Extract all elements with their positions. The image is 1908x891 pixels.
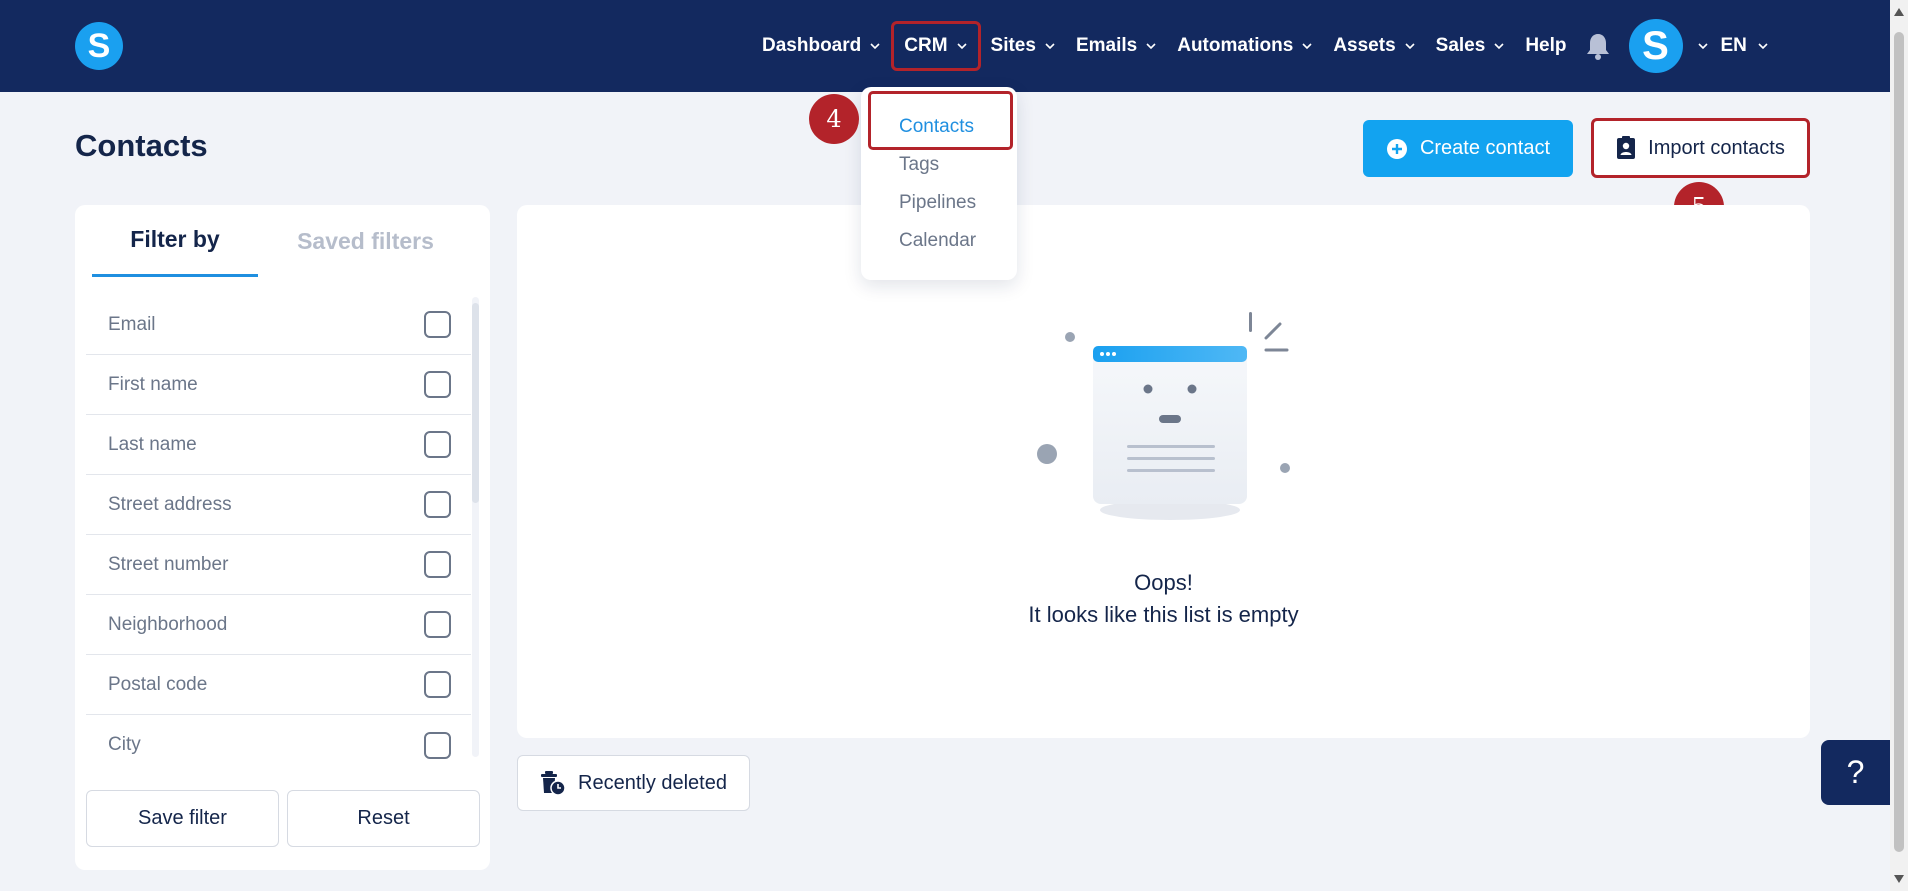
save-filter-button[interactable]: Save filter xyxy=(86,790,279,847)
filter-checkbox[interactable] xyxy=(424,311,451,338)
filter-panel: Filter by Saved filters Email First name… xyxy=(75,205,490,870)
filter-checkbox[interactable] xyxy=(424,551,451,578)
nav-sites[interactable]: Sites xyxy=(981,21,1066,71)
language-selector[interactable]: EN xyxy=(1721,35,1769,57)
main-nav: Dashboard CRM Sites Emails Automations A… xyxy=(752,0,1769,92)
nav-sales[interactable]: Sales xyxy=(1426,21,1516,71)
filter-row[interactable]: Street address xyxy=(86,475,471,535)
nav-sites-label: Sites xyxy=(990,35,1036,56)
create-contact-button[interactable]: Create contact xyxy=(1363,120,1573,177)
scroll-thumb[interactable] xyxy=(1894,32,1904,852)
chevron-down-icon xyxy=(1302,43,1312,50)
menu-item-calendar[interactable]: Calendar xyxy=(899,230,976,252)
nav-dashboard[interactable]: Dashboard xyxy=(752,21,891,71)
filter-label: City xyxy=(108,734,141,755)
nav-assets-label: Assets xyxy=(1333,35,1396,56)
filter-checkbox[interactable] xyxy=(424,611,451,638)
nav-sales-label: Sales xyxy=(1435,35,1486,56)
filter-checkbox[interactable] xyxy=(424,491,451,518)
step-badge-4: 4 xyxy=(809,94,859,144)
empty-list-illustration xyxy=(1037,312,1290,520)
recently-deleted-label: Recently deleted xyxy=(578,771,727,794)
nav-crm[interactable]: CRM xyxy=(891,21,981,71)
chevron-down-icon xyxy=(1494,43,1504,50)
chevron-down-icon xyxy=(1405,43,1415,50)
chevron-down-icon xyxy=(1146,43,1156,50)
filter-label: Street number xyxy=(108,553,229,575)
menu-item-pipelines[interactable]: Pipelines xyxy=(899,192,976,214)
plus-circle-icon xyxy=(1386,138,1407,159)
filter-label: Street address xyxy=(108,493,232,515)
user-avatar[interactable]: S xyxy=(1628,19,1683,73)
trash-clock-icon xyxy=(541,771,566,796)
reset-button[interactable]: Reset xyxy=(287,790,480,847)
contact-card-icon xyxy=(1617,136,1636,159)
page-scrollbar[interactable] xyxy=(1890,0,1908,891)
filter-row[interactable]: Postal code xyxy=(86,655,471,715)
filter-label: First name xyxy=(108,373,198,395)
import-contacts-label: Import contacts xyxy=(1648,136,1785,159)
filter-label: Neighborhood xyxy=(108,613,228,635)
empty-state-title: Oops! xyxy=(1134,570,1193,595)
filter-row[interactable]: Email xyxy=(86,295,471,355)
bell-icon[interactable] xyxy=(1585,32,1611,60)
chevron-down-icon xyxy=(956,43,967,50)
app-logo[interactable]: S xyxy=(75,22,123,70)
filter-row[interactable]: Street number xyxy=(86,535,471,595)
top-navbar: S Dashboard CRM Sites Emails Automations… xyxy=(0,0,1890,92)
filter-field-list: Email First name Last name Street addres… xyxy=(86,295,471,775)
nav-crm-label: CRM xyxy=(904,35,948,56)
empty-state-message: It looks like this list is empty xyxy=(1028,602,1299,627)
filter-list-scrollbar[interactable] xyxy=(472,297,479,757)
filter-checkbox[interactable] xyxy=(424,371,451,398)
nav-dashboard-label: Dashboard xyxy=(762,35,862,56)
chevron-down-icon xyxy=(1045,43,1055,50)
crm-dropdown-menu: Contacts Tags Pipelines Calendar xyxy=(861,87,1017,280)
nav-assets[interactable]: Assets xyxy=(1323,21,1425,71)
help-button[interactable]: ? xyxy=(1821,740,1890,805)
chevron-down-icon xyxy=(870,43,880,50)
page-title: Contacts xyxy=(75,128,208,163)
menu-item-tags[interactable]: Tags xyxy=(899,154,939,176)
filter-label: Email xyxy=(108,313,156,335)
scroll-up-arrow[interactable] xyxy=(1894,8,1904,16)
nav-help[interactable]: Help xyxy=(1515,21,1576,71)
chevron-down-icon[interactable] xyxy=(1697,40,1709,52)
nav-automations-label: Automations xyxy=(1177,35,1294,56)
language-label: EN xyxy=(1720,35,1747,56)
filter-row[interactable]: First name xyxy=(86,355,471,415)
nav-help-label: Help xyxy=(1525,35,1567,56)
filter-label: Last name xyxy=(108,433,197,455)
filter-checkbox[interactable] xyxy=(424,431,451,458)
filter-checkbox[interactable] xyxy=(424,671,451,698)
import-contacts-button[interactable]: Import contacts xyxy=(1591,118,1810,178)
nav-automations[interactable]: Automations xyxy=(1167,21,1323,71)
scroll-down-arrow[interactable] xyxy=(1894,875,1904,883)
filter-scroll-thumb[interactable] xyxy=(472,303,479,503)
filter-row[interactable]: Last name xyxy=(86,415,471,475)
create-contact-label: Create contact xyxy=(1419,137,1551,159)
menu-item-contacts[interactable]: Contacts xyxy=(899,116,974,138)
recently-deleted-button[interactable]: Recently deleted xyxy=(517,755,750,811)
filter-label: Postal code xyxy=(108,673,208,695)
nav-emails-label: Emails xyxy=(1075,35,1138,56)
tab-filter-by[interactable]: Filter by xyxy=(92,205,258,277)
filter-row[interactable]: Neighborhood xyxy=(86,595,471,655)
nav-emails[interactable]: Emails xyxy=(1066,21,1167,71)
filter-checkbox[interactable] xyxy=(424,731,451,759)
chevron-down-icon xyxy=(1758,43,1768,50)
filter-row[interactable]: City xyxy=(86,715,471,775)
tab-saved-filters[interactable]: Saved filters xyxy=(258,205,473,277)
